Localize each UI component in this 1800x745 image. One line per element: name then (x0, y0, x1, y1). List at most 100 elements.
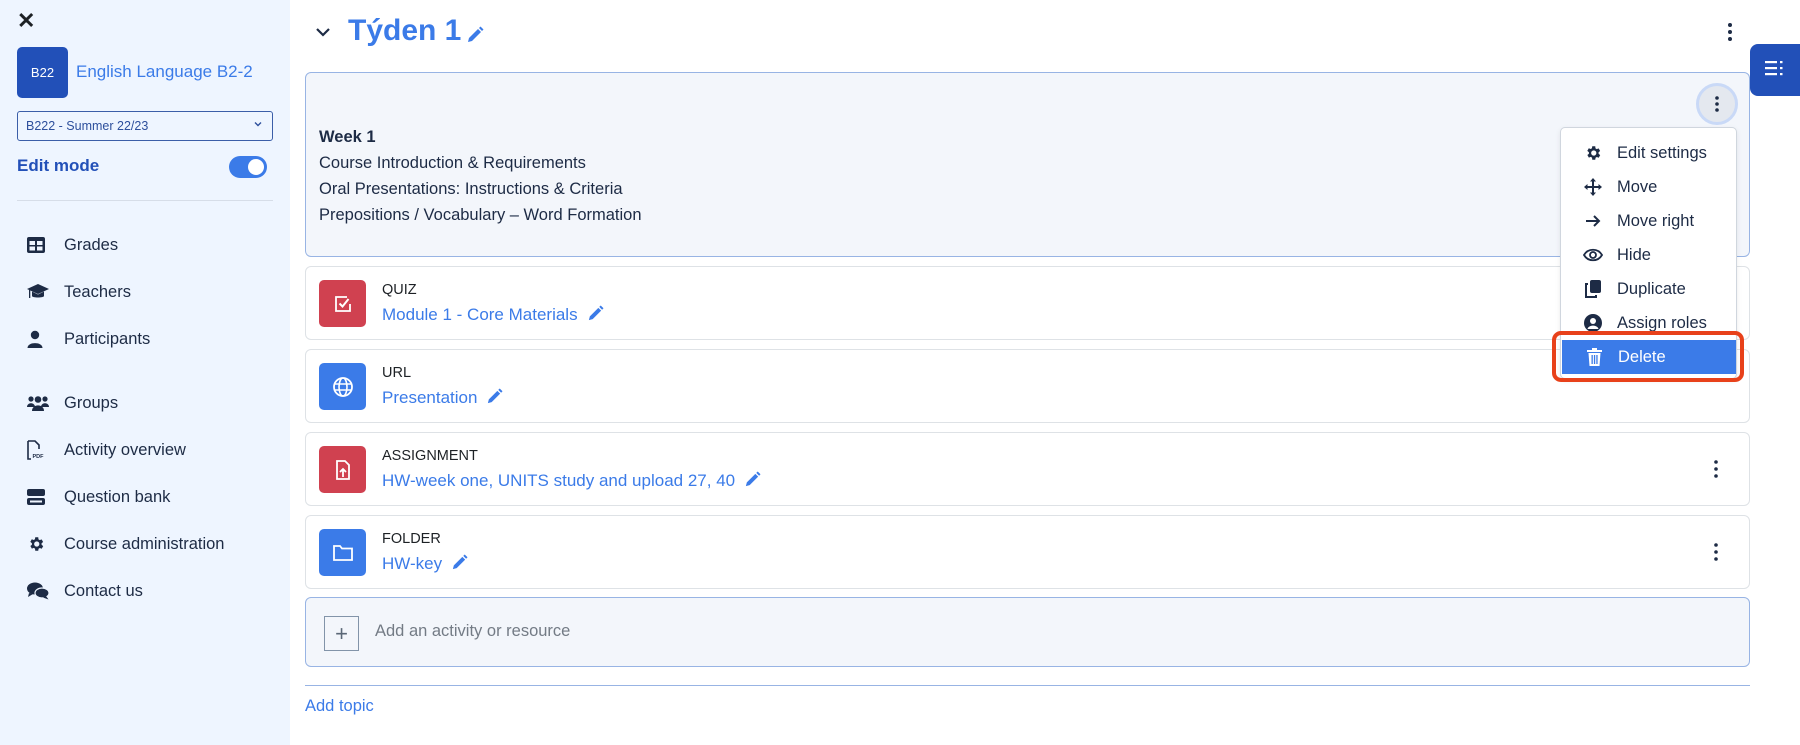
activity-item-assignment: ASSIGNMENT HW-week one, UNITS study and … (305, 432, 1750, 506)
summary-line: Course Introduction & Requirements (319, 154, 586, 172)
activity-type-label: QUIZ (382, 282, 417, 298)
pdf-file-icon: PDF (17, 438, 55, 462)
toggle-knob (248, 159, 264, 175)
open-block-drawer-button[interactable] (1750, 44, 1800, 96)
user-circle-icon (1561, 313, 1617, 333)
menu-item-label: Move (1617, 177, 1658, 196)
menu-item-label: Hide (1617, 245, 1651, 264)
activity-name-link[interactable]: Module 1 - Core Materials (382, 305, 604, 327)
block-drawer-icon (1765, 60, 1785, 81)
activity-type-label: ASSIGNMENT (382, 448, 478, 464)
activity-actions-kebab-icon[interactable] (1709, 458, 1723, 480)
chevron-down-icon (253, 118, 263, 132)
sidebar-item-participants[interactable]: Participants (17, 324, 150, 354)
activity-name-link[interactable]: HW-week one, UNITS study and upload 27, … (382, 471, 761, 493)
activity-type-label: FOLDER (382, 531, 441, 547)
summary-actions-kebab-button[interactable] (1696, 83, 1738, 125)
sidebar-item-label: Course administration (64, 534, 225, 553)
summary-heading: Week 1 (319, 128, 376, 146)
edit-name-pencil-icon[interactable] (486, 388, 503, 410)
activity-name: HW-week one, UNITS study and upload 27, … (382, 471, 736, 490)
plus-icon: + (324, 616, 359, 651)
graduation-cap-icon (17, 280, 55, 304)
sidebar-item-activity-overview[interactable]: PDF Activity overview (17, 435, 186, 465)
activity-name: Presentation (382, 388, 478, 407)
course-select-dropdown[interactable]: B222 - Summer 22/23 (17, 111, 273, 141)
quiz-check-icon (319, 280, 366, 327)
activity-actions-kebab-icon[interactable] (1709, 541, 1723, 563)
sidebar-item-groups[interactable]: Groups (17, 388, 118, 418)
copy-icon (1561, 279, 1617, 299)
add-activity-button[interactable]: + Add an activity or resource (305, 597, 1750, 667)
sidebar-item-question-bank[interactable]: Question bank (17, 482, 170, 512)
sidebar-item-contact-us[interactable]: Contact us (17, 576, 143, 606)
menu-item-duplicate[interactable]: Duplicate (1561, 272, 1736, 306)
menu-item-move-right[interactable]: Move right (1561, 204, 1736, 238)
sidebar-item-label: Grades (64, 235, 119, 254)
summary-line: Oral Presentations: Instructions & Crite… (319, 180, 623, 198)
user-icon (17, 327, 55, 351)
edit-name-pencil-icon[interactable] (744, 471, 761, 493)
menu-item-label: Assign roles (1617, 313, 1707, 332)
comments-icon (17, 579, 55, 603)
database-icon (17, 485, 55, 509)
gear-icon (17, 532, 55, 556)
menu-item-label: Move right (1617, 211, 1695, 230)
activity-name-link[interactable]: Presentation (382, 388, 503, 410)
course-name-link[interactable]: English Language B2-2 (76, 62, 253, 82)
sidebar-item-teachers[interactable]: Teachers (17, 277, 131, 307)
activity-type-label: URL (382, 365, 412, 381)
edit-mode-toggle[interactable] (229, 156, 267, 178)
menu-item-label: Delete (1618, 347, 1666, 366)
sidebar-item-label: Activity overview (64, 440, 186, 459)
globe-icon (319, 363, 366, 410)
activity-item-url: URL Presentation (305, 349, 1750, 423)
gear-icon (1561, 143, 1617, 163)
course-badge: B22 (17, 47, 68, 98)
edit-name-pencil-icon[interactable] (587, 305, 604, 327)
menu-item-label: Duplicate (1617, 279, 1686, 298)
sidebar-item-label: Contact us (64, 581, 143, 600)
folder-icon (319, 529, 366, 576)
close-icon: ✕ (17, 8, 36, 33)
sidebar-divider (17, 200, 273, 201)
sidebar-item-label: Participants (64, 329, 151, 348)
menu-item-move[interactable]: Move (1561, 170, 1736, 204)
eye-icon (1561, 245, 1617, 265)
section-divider (305, 685, 1750, 686)
close-drawer-button[interactable]: ✕ (17, 10, 37, 32)
file-upload-icon (319, 446, 366, 493)
menu-item-edit-settings[interactable]: Edit settings (1561, 136, 1736, 170)
svg-text:PDF: PDF (33, 454, 45, 460)
summary-actions-menu: Edit settings Move Move right Hide Dupli… (1560, 127, 1737, 379)
course-select-value: B222 - Summer 22/23 (26, 119, 149, 133)
sidebar-item-course-administration[interactable]: Course administration (17, 529, 225, 559)
trash-icon (1562, 347, 1618, 367)
activity-item-quiz: QUIZ Module 1 - Core Materials (305, 266, 1750, 340)
sidebar-item-label: Teachers (64, 282, 131, 301)
section-summary: Week 1 Course Introduction & Requirement… (305, 72, 1750, 257)
add-activity-label: Add an activity or resource (375, 622, 571, 640)
activity-name: HW-key (382, 554, 443, 573)
edit-title-pencil-icon[interactable] (466, 26, 484, 49)
edit-name-pencil-icon[interactable] (451, 554, 468, 576)
menu-item-delete[interactable]: Delete (1562, 340, 1736, 374)
course-index-drawer: ✕ B22 English Language B2-2 B222 - Summe… (0, 0, 290, 745)
sidebar-item-label: Groups (64, 393, 119, 412)
menu-item-label: Edit settings (1617, 143, 1707, 162)
collapse-section-chevron-icon[interactable] (311, 20, 335, 44)
move-arrows-icon (1561, 177, 1617, 197)
edit-mode-label: Edit mode (17, 156, 100, 175)
activity-item-folder: FOLDER HW-key (305, 515, 1750, 589)
section-title[interactable]: Týden 1 (348, 14, 461, 48)
activity-name-link[interactable]: HW-key (382, 554, 468, 576)
summary-line: Prepositions / Vocabulary – Word Formati… (319, 206, 642, 224)
menu-item-hide[interactable]: Hide (1561, 238, 1736, 272)
arrow-right-icon (1561, 211, 1617, 231)
add-topic-link[interactable]: Add topic (305, 697, 374, 716)
sidebar-item-label: Question bank (64, 487, 171, 506)
section-actions-kebab-icon[interactable] (1720, 20, 1740, 44)
grades-table-icon (17, 233, 55, 257)
menu-item-assign-roles[interactable]: Assign roles (1561, 306, 1736, 340)
sidebar-item-grades[interactable]: Grades (17, 230, 118, 260)
